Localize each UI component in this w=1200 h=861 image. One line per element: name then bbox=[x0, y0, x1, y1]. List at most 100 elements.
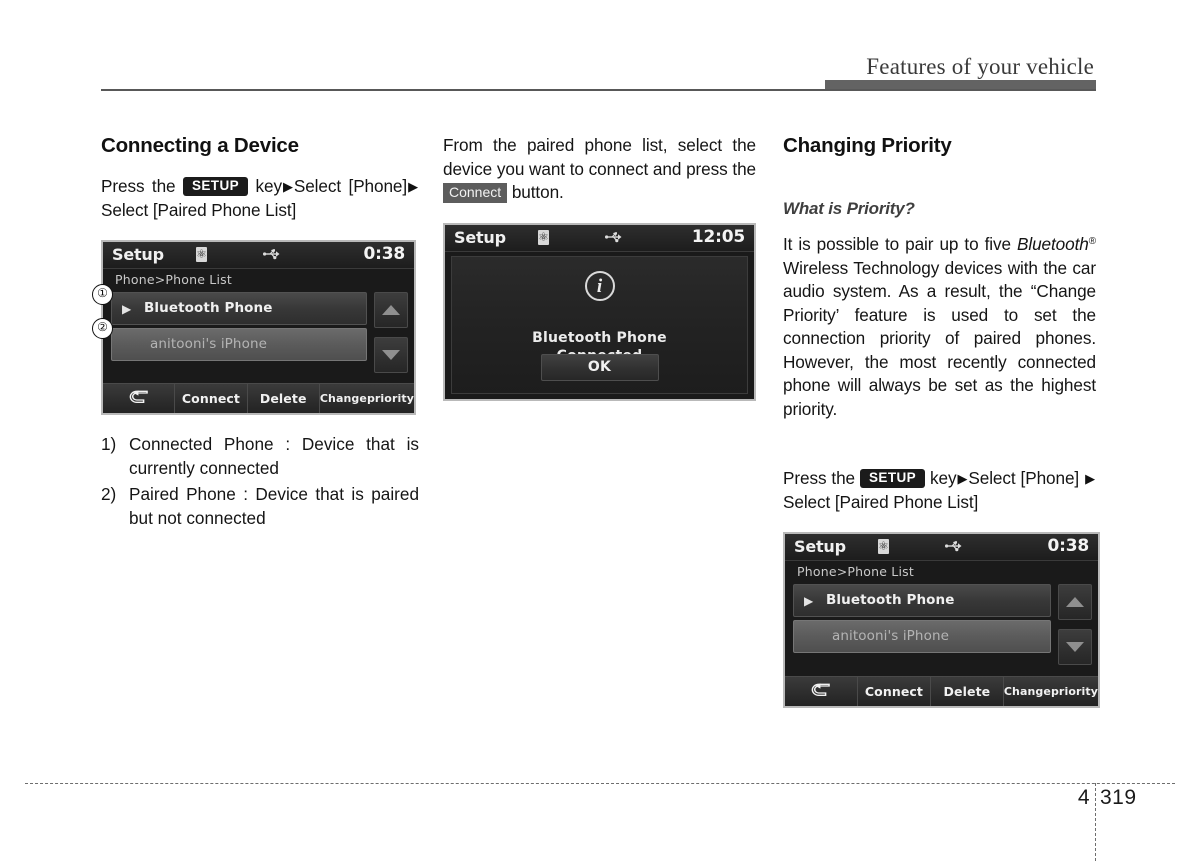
setup-key-chip[interactable]: SETUP bbox=[860, 469, 926, 488]
usb-icon bbox=[605, 231, 622, 246]
caret-up-icon bbox=[1066, 597, 1084, 607]
section-title-changing-priority: Changing Priority bbox=[783, 134, 952, 157]
page-footer: 4 319 bbox=[1060, 784, 1170, 814]
scroll-down-button[interactable] bbox=[1058, 629, 1092, 665]
screenshot-phone-list-1: ① ② Setup ⚛ 0:38 Phone>Phone List ▶ Blue… bbox=[92, 240, 419, 415]
paragraph-text-1b: Wireless Technology devices with the car… bbox=[783, 257, 1096, 419]
scroll-up-button[interactable] bbox=[1058, 584, 1092, 620]
list-item-connected-phone[interactable]: ▶ Bluetooth Phone bbox=[111, 292, 367, 325]
connect-key-chip[interactable]: Connect bbox=[443, 183, 508, 203]
screen-status-bar: Setup ⚛ 0:38 bbox=[785, 534, 1098, 561]
callout-1: ① bbox=[92, 284, 113, 305]
delete-button[interactable]: Delete bbox=[247, 384, 320, 413]
screen-clock: 0:38 bbox=[363, 244, 406, 264]
change-priority-button[interactable]: Change priority bbox=[319, 384, 414, 413]
note-number: 2) bbox=[101, 484, 117, 504]
list-item-label: anitooni's iPhone bbox=[832, 628, 950, 644]
note-item-2: 2) Paired Phone : Device that is paired … bbox=[101, 483, 419, 530]
screen-title: Setup bbox=[112, 245, 164, 264]
paragraph-priority-explanation: It is possible to pair up to five Blueto… bbox=[783, 230, 1096, 421]
change-priority-line1: Change bbox=[1003, 684, 1051, 698]
bluetooth-icon: ⚛ bbox=[196, 247, 207, 262]
instruction-text-part2: key bbox=[255, 176, 283, 196]
back-arrow-icon bbox=[809, 683, 832, 700]
page-number: 319 bbox=[1100, 786, 1137, 809]
screen-status-bar: Setup ⚛ 0:38 bbox=[103, 242, 414, 269]
list-item-connected-phone[interactable]: ▶ Bluetooth Phone bbox=[793, 584, 1051, 617]
note-text: Paired Phone : Device that is paired but… bbox=[129, 484, 419, 528]
screen-breadcrumb: Phone>Phone List bbox=[797, 564, 914, 579]
screenshot-connected-popup: Setup ⚛ 12:05 i Bluetooth Phone OK bbox=[443, 222, 756, 401]
screenshot-phone-list-2: Setup ⚛ 0:38 Phone>Phone List ▶ Bluetoot… bbox=[783, 532, 1100, 708]
step-arrow-icon: ▶ bbox=[957, 471, 968, 486]
back-arrow-icon-svg bbox=[811, 683, 830, 696]
note-text: Connected Phone : Device that is current… bbox=[129, 434, 419, 478]
setup-key-chip[interactable]: SETUP bbox=[183, 177, 249, 196]
paired-phone-list: ▶ Bluetooth Phone anitooni's iPhone bbox=[111, 292, 367, 364]
popup-message-line1: Bluetooth Phone bbox=[532, 329, 667, 346]
head-unit-screen-phone-list-2: Setup ⚛ 0:38 Phone>Phone List ▶ Bluetoot… bbox=[783, 532, 1100, 708]
usb-icon-svg bbox=[945, 541, 962, 552]
section-title-connecting-a-device: Connecting a Device bbox=[101, 134, 299, 157]
back-button[interactable] bbox=[785, 677, 858, 706]
list-item-paired-phone[interactable]: anitooni's iPhone bbox=[111, 328, 367, 361]
instruction-text-part3: Select [Phone] bbox=[293, 176, 408, 196]
paired-phone-list: ▶ Bluetooth Phone anitooni's iPhone bbox=[793, 584, 1051, 656]
back-arrow-icon bbox=[127, 390, 150, 407]
list-scroll-controls bbox=[374, 292, 408, 373]
caret-down-icon bbox=[382, 350, 400, 360]
caret-down-icon bbox=[1066, 642, 1084, 652]
step-arrow-icon: ▶ bbox=[282, 179, 293, 194]
instruction-text-part1: Press the bbox=[783, 468, 856, 488]
column-middle: From the paired phone list, select the d… bbox=[443, 134, 756, 401]
popup-dialog: i Bluetooth Phone Connected OK bbox=[451, 255, 748, 394]
change-priority-line2: priority bbox=[1050, 684, 1099, 698]
instruction-text-part4: Select [Paired Phone List] bbox=[101, 199, 297, 220]
screen-breadcrumb: Phone>Phone List bbox=[115, 272, 232, 287]
usb-icon-svg bbox=[263, 249, 280, 260]
screen-button-bar: Connect Delete Change priority bbox=[785, 676, 1098, 706]
screen-status-bar: Setup ⚛ 12:05 bbox=[445, 224, 754, 252]
list-item-label: Bluetooth Phone bbox=[144, 300, 273, 316]
instruction-text-part3: Select [Phone] bbox=[968, 468, 1080, 488]
callout-2: ② bbox=[92, 318, 113, 339]
paragraph-text-after: button. bbox=[511, 182, 564, 202]
usb-icon bbox=[945, 540, 962, 555]
notes-list: 1) Connected Phone : Device that is curr… bbox=[101, 433, 419, 530]
popup-ok-button[interactable]: OK bbox=[540, 353, 659, 381]
scroll-down-button[interactable] bbox=[374, 337, 408, 373]
change-priority-button[interactable]: Change priority bbox=[1003, 677, 1099, 706]
screen-clock: 0:38 bbox=[1047, 536, 1090, 556]
connected-marker-icon: ▶ bbox=[804, 594, 814, 608]
list-item-paired-phone[interactable]: anitooni's iPhone bbox=[793, 620, 1051, 653]
connected-marker-icon: ▶ bbox=[122, 302, 132, 316]
scroll-up-button[interactable] bbox=[374, 292, 408, 328]
chapter-number: 4 bbox=[1077, 786, 1090, 809]
back-button[interactable] bbox=[103, 384, 176, 413]
page-header: Features of your vehicle bbox=[0, 0, 1200, 100]
caret-up-icon bbox=[382, 305, 400, 315]
head-unit-screen-connected: Setup ⚛ 12:05 i Bluetooth Phone OK bbox=[443, 222, 756, 401]
instruction-text-part2: key bbox=[930, 468, 957, 488]
page-header-title: Features of your vehicle bbox=[866, 54, 1094, 79]
change-priority-line1: Change bbox=[319, 391, 367, 405]
step-arrow-icon-2: ▶ bbox=[408, 179, 418, 194]
step-arrow-icon-2: ▶ bbox=[1085, 471, 1096, 486]
delete-button[interactable]: Delete bbox=[930, 677, 1004, 706]
paragraph-select-device: From the paired phone list, select the d… bbox=[443, 134, 756, 205]
subsection-title-what-is-priority: What is Priority? bbox=[783, 199, 915, 218]
head-unit-screen-phone-list: Setup ⚛ 0:38 Phone>Phone List ▶ Bluetoot… bbox=[101, 240, 416, 415]
column-right: Changing Priority What is Priority? It i… bbox=[783, 134, 1100, 708]
list-item-label: Bluetooth Phone bbox=[826, 592, 955, 608]
connect-button[interactable]: Connect bbox=[175, 384, 248, 413]
screen-title: Setup bbox=[794, 537, 846, 556]
note-item-1: 1) Connected Phone : Device that is curr… bbox=[101, 433, 419, 480]
screen-button-bar: Connect Delete Change priority bbox=[103, 383, 414, 413]
instruction-connect-path: Press the SETUP key▶Select [Phone]▶Selec… bbox=[101, 175, 419, 222]
note-number: 1) bbox=[101, 434, 117, 454]
header-rule bbox=[101, 89, 1096, 91]
registered-trademark-icon: ® bbox=[1088, 236, 1096, 247]
list-item-label: anitooni's iPhone bbox=[150, 336, 268, 352]
screen-title: Setup bbox=[454, 227, 506, 247]
connect-button[interactable]: Connect bbox=[857, 677, 931, 706]
